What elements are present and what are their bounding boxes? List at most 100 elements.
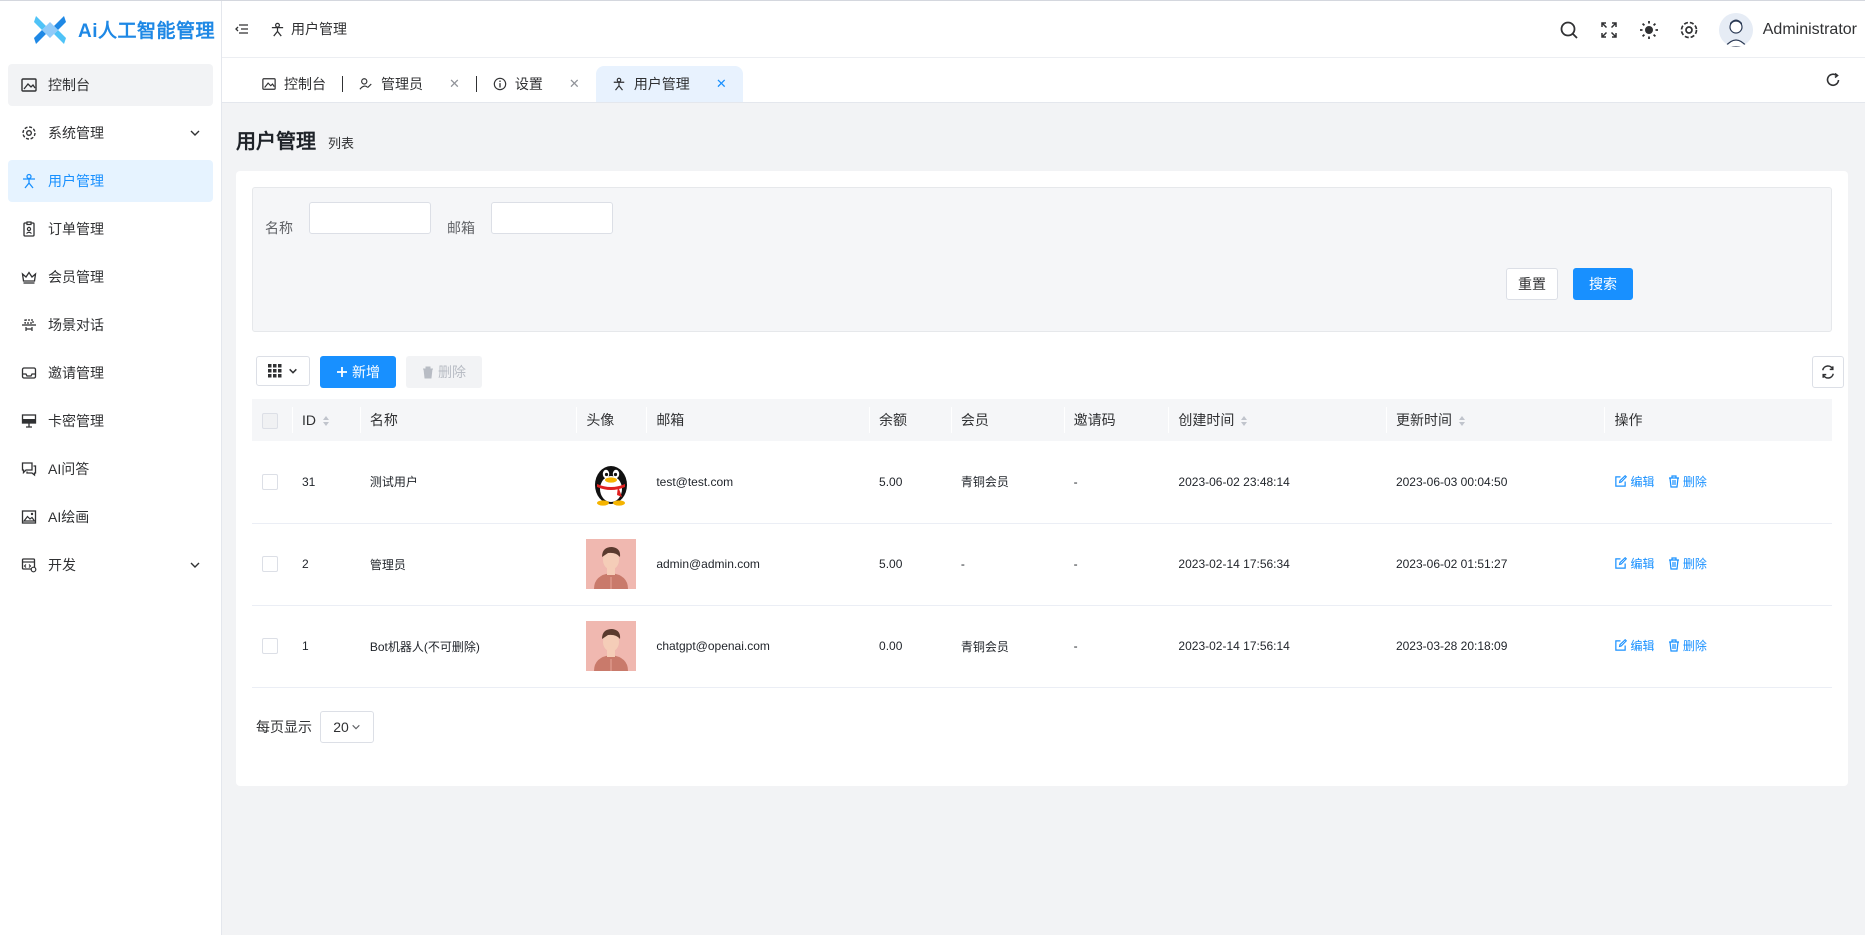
table-row: 2 管理员 admin@admin.com 5.00 - - 2023-02-1… — [252, 523, 1832, 606]
email-input[interactable] — [491, 202, 613, 234]
cell-id: 31 — [291, 441, 360, 524]
search-icon — [1560, 21, 1578, 39]
settings-button[interactable] — [1669, 10, 1709, 50]
cell-member: 青铜会员 — [950, 441, 1064, 524]
fullscreen-button[interactable] — [1589, 10, 1629, 50]
sidebar-item-label: AI绘画 — [48, 509, 90, 525]
tab-label: 控制台 — [284, 76, 326, 92]
logo[interactable]: Ai人工智能管理 — [0, 1, 221, 58]
delete-label: 删除 — [1682, 557, 1707, 571]
cell-updated: 2023-03-28 20:18:09 — [1385, 605, 1605, 688]
sidebar-item-label: 控制台 — [48, 77, 90, 93]
cell-updated: 2023-06-02 01:51:27 — [1385, 523, 1605, 606]
person-avatar[interactable] — [586, 621, 637, 671]
user-icon — [20, 172, 38, 190]
search-button[interactable] — [1549, 10, 1589, 50]
sidebar-item-dev[interactable]: 开发 — [8, 544, 213, 586]
sidebar-menu: 控制台 系统管理 用户管理 订单管理 会员管理 场景对话 邀请管理 卡密管理 A… — [0, 58, 221, 586]
per-page-select[interactable]: 20 — [320, 711, 374, 743]
qq-penguin-avatar[interactable] — [586, 456, 637, 507]
picture-icon — [20, 508, 38, 526]
column-header-name: 名称 — [359, 399, 577, 441]
sidebar-item-label: 系统管理 — [48, 125, 104, 141]
column-header-created[interactable]: 创建时间 — [1168, 399, 1386, 441]
row-checkbox[interactable] — [262, 638, 278, 654]
trash-icon — [1668, 475, 1679, 488]
user-icon — [613, 77, 625, 91]
search-form: 名称 邮箱 重置 搜索 — [252, 187, 1832, 332]
column-header-updated[interactable]: 更新时间 — [1385, 399, 1605, 441]
refresh-icon — [1826, 72, 1840, 86]
delete-button[interactable]: 删除 — [1668, 555, 1707, 572]
edit-button[interactable]: 编辑 — [1614, 473, 1654, 490]
row-checkbox[interactable] — [262, 473, 278, 490]
bulk-delete-button[interactable]: 删除 — [406, 356, 482, 388]
edit-button[interactable]: 编辑 — [1614, 555, 1654, 572]
cell-member: 青铜会员 — [950, 605, 1064, 688]
user-menu[interactable]: Administrator — [1718, 12, 1857, 47]
add-button[interactable]: 新增 — [320, 356, 396, 388]
close-icon[interactable]: ✕ — [449, 76, 460, 92]
chat-icon — [20, 460, 38, 478]
close-icon[interactable]: ✕ — [569, 76, 580, 92]
sort-icon[interactable] — [322, 415, 330, 427]
theme-toggle-button[interactable] — [1629, 10, 1669, 50]
sidebar-item-label: 会员管理 — [48, 269, 104, 285]
page-header: 用户管理 列表 — [236, 125, 354, 154]
sidebar-item-ai-draw[interactable]: AI绘画 — [8, 496, 213, 538]
tab-label: 设置 — [514, 76, 543, 92]
email-label: 邮箱 — [447, 220, 475, 236]
sidebar-item-system[interactable]: 系统管理 — [8, 112, 213, 154]
select-all-cell — [252, 399, 292, 441]
dev-icon — [20, 556, 38, 574]
column-header-avatar: 头像 — [576, 399, 647, 441]
cell-updated: 2023-06-03 00:04:50 — [1385, 441, 1605, 524]
edit-button[interactable]: 编辑 — [1614, 637, 1654, 654]
tab-users[interactable]: 用户管理 ✕ — [595, 66, 743, 102]
trash-icon — [423, 366, 433, 378]
delete-button[interactable]: 删除 — [1668, 473, 1707, 490]
scene-icon — [20, 316, 38, 334]
column-label: ID — [301, 412, 316, 428]
sidebar-item-cards[interactable]: 卡密管理 — [8, 400, 213, 442]
tab-label: 管理员 — [381, 76, 423, 92]
sidebar-item-dashboard[interactable]: 控制台 — [8, 64, 213, 106]
columns-button[interactable] — [256, 356, 310, 386]
person-avatar[interactable] — [586, 539, 637, 589]
tabs-refresh-button[interactable] — [1821, 68, 1845, 92]
table-header-row: ID 名称 头像 邮箱 余额 会员 邀请码 创建时间 更新时间 操作 — [252, 399, 1832, 441]
cell-id: 1 — [291, 605, 360, 688]
refresh-icon — [1822, 365, 1834, 379]
sidebar-item-ai-qa[interactable]: AI问答 — [8, 448, 213, 490]
sidebar-item-users[interactable]: 用户管理 — [8, 160, 213, 202]
delete-button[interactable]: 删除 — [1668, 637, 1707, 654]
menu-fold-button[interactable] — [232, 19, 252, 39]
tab-settings[interactable]: 设置 ✕ — [477, 66, 596, 102]
sidebar-item-members[interactable]: 会员管理 — [8, 256, 213, 298]
tab-dashboard[interactable]: 控制台 — [246, 66, 342, 102]
table-refresh-button[interactable] — [1812, 356, 1844, 388]
grid-icon — [268, 364, 282, 378]
tab-admins[interactable]: 管理员 ✕ — [343, 66, 476, 102]
row-checkbox[interactable] — [262, 556, 278, 572]
column-header-id[interactable]: ID — [291, 399, 360, 441]
reset-button[interactable]: 重置 — [1506, 268, 1558, 300]
sidebar-item-scenes[interactable]: 场景对话 — [8, 304, 213, 346]
sidebar-item-orders[interactable]: 订单管理 — [8, 208, 213, 250]
select-all-checkbox[interactable] — [262, 412, 278, 429]
chevron-down-icon — [352, 724, 360, 730]
close-icon[interactable]: ✕ — [716, 76, 727, 92]
sort-icon[interactable] — [1458, 415, 1466, 427]
cell-ops: 编辑 删除 — [1604, 523, 1832, 606]
search-button[interactable]: 搜索 — [1573, 268, 1633, 300]
sidebar-item-invites[interactable]: 邀请管理 — [8, 352, 213, 394]
breadcrumb: 用户管理 — [270, 19, 347, 39]
sidebar-item-label: AI问答 — [48, 461, 90, 477]
column-header-ops: 操作 — [1604, 399, 1832, 441]
menu-fold-icon — [235, 24, 248, 34]
sort-icon[interactable] — [1240, 415, 1248, 427]
per-page-value: 20 — [333, 719, 349, 735]
logo-icon — [34, 15, 66, 44]
clipboard-icon — [20, 220, 38, 238]
name-input[interactable] — [309, 202, 431, 234]
